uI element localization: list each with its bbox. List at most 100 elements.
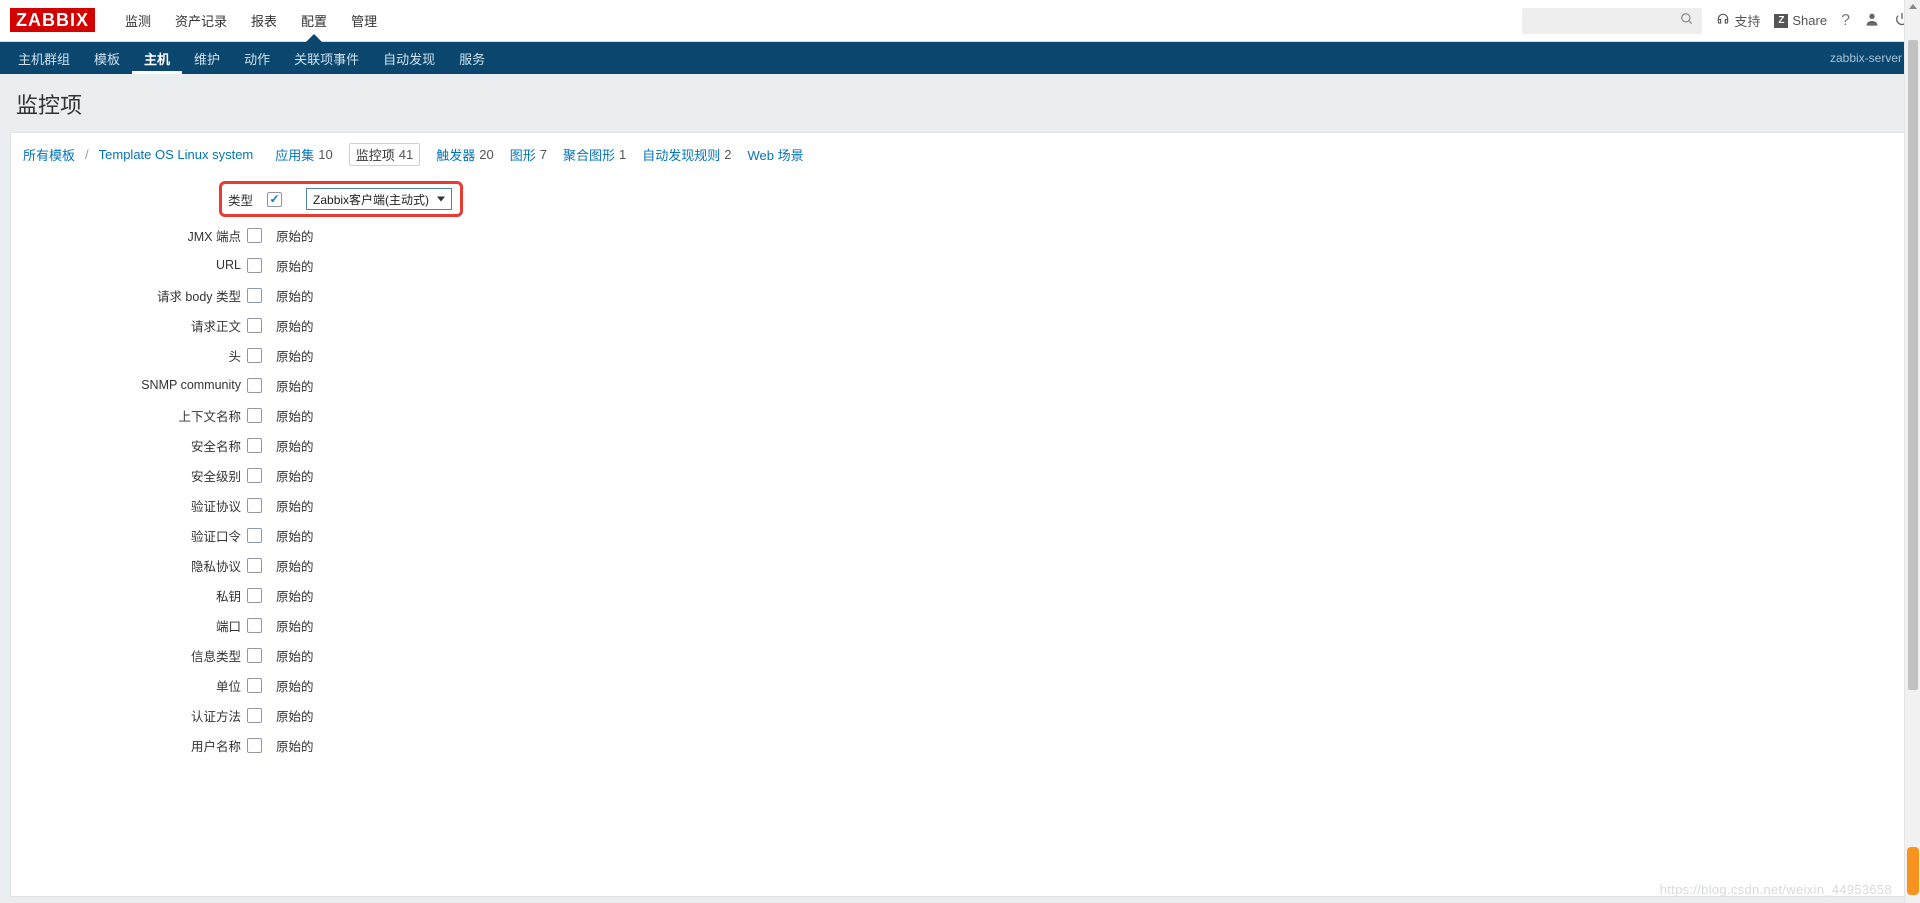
form-label: 认证方法	[47, 706, 247, 725]
tab-count: 7	[540, 147, 547, 162]
topnav-item-3[interactable]: 配置	[289, 0, 339, 41]
tab-label: 监控项	[356, 145, 395, 164]
logo[interactable]: ZABBIX	[10, 8, 95, 32]
subnav-item-5[interactable]: 关联项事件	[282, 42, 371, 74]
help-icon: ?	[1841, 12, 1850, 30]
tab-3[interactable]: 图形 7	[510, 143, 547, 166]
form-original-label: 原始的	[276, 436, 314, 455]
scroll-up-icon[interactable]	[1908, 2, 1918, 12]
form-checkbox[interactable]	[247, 738, 262, 753]
form-original-label: 原始的	[276, 736, 314, 755]
form-row: 单位原始的	[47, 670, 1897, 700]
form-checkbox[interactable]	[247, 288, 262, 303]
form-row: 隐私协议原始的	[47, 550, 1897, 580]
support-link[interactable]: 支持	[1716, 11, 1760, 30]
type-checkbox[interactable]	[267, 192, 282, 207]
topnav-item-4[interactable]: 管理	[339, 0, 389, 41]
form-label: JMX 端点	[47, 226, 247, 245]
form-row: 用户名称原始的	[47, 730, 1897, 760]
headset-icon	[1716, 12, 1730, 29]
type-label: 类型	[228, 190, 257, 209]
form-area: 类型 Zabbix客户端(主动式) JMX 端点原始的URL原始的请求 body…	[23, 180, 1897, 760]
share-label: Share	[1792, 13, 1827, 28]
form-original-label: 原始的	[276, 226, 314, 245]
user-icon	[1864, 11, 1880, 30]
tab-label: 应用集	[275, 145, 314, 164]
form-checkbox[interactable]	[247, 588, 262, 603]
search-icon	[1680, 12, 1694, 29]
top-nav: 监测资产记录报表配置管理	[113, 0, 389, 41]
form-original-label: 原始的	[276, 466, 314, 485]
form-checkbox[interactable]	[247, 498, 262, 513]
form-checkbox[interactable]	[247, 228, 262, 243]
subnav-item-4[interactable]: 动作	[232, 42, 282, 74]
tab-count: 1	[619, 147, 626, 162]
page-title: 监控项	[16, 88, 1908, 120]
form-checkbox[interactable]	[247, 318, 262, 333]
form-original-label: 原始的	[276, 556, 314, 575]
form-checkbox[interactable]	[247, 678, 262, 693]
top-right: 支持 Z Share ?	[1522, 0, 1910, 41]
subnav-item-2[interactable]: 主机	[132, 42, 182, 74]
breadcrumb-all-templates[interactable]: 所有模板	[23, 145, 75, 164]
user-button[interactable]	[1864, 11, 1880, 30]
subnav-item-7[interactable]: 服务	[447, 42, 497, 74]
tab-2[interactable]: 触发器 20	[436, 143, 493, 166]
form-row: URL原始的	[47, 250, 1897, 280]
form-checkbox[interactable]	[247, 468, 262, 483]
form-label: 请求 body 类型	[47, 286, 247, 305]
form-checkbox[interactable]	[247, 258, 262, 273]
search-input[interactable]	[1522, 8, 1702, 34]
topnav-item-2[interactable]: 报表	[239, 0, 289, 41]
form-label: 验证口令	[47, 526, 247, 545]
form-original-label: 原始的	[276, 316, 314, 335]
form-label: SNMP community	[47, 378, 247, 392]
scrollbar[interactable]	[1904, 0, 1920, 903]
form-checkbox[interactable]	[247, 348, 262, 363]
tab-5[interactable]: 自动发现规则 2	[642, 143, 731, 166]
form-row: 头原始的	[47, 340, 1897, 370]
form-checkbox[interactable]	[247, 648, 262, 663]
form-label: 信息类型	[47, 646, 247, 665]
tab-0[interactable]: 应用集 10	[275, 143, 332, 166]
topnav-item-1[interactable]: 资产记录	[163, 0, 239, 41]
form-row: 私钥原始的	[47, 580, 1897, 610]
share-link[interactable]: Z Share	[1774, 13, 1827, 28]
form-row-type: 类型 Zabbix客户端(主动式)	[47, 184, 1897, 214]
form-label: 上下文名称	[47, 406, 247, 425]
subnav-item-6[interactable]: 自动发现	[371, 42, 447, 74]
tab-label: 聚合图形	[563, 145, 615, 164]
form-original-label: 原始的	[276, 286, 314, 305]
subnav-item-0[interactable]: 主机群组	[6, 42, 82, 74]
topnav-item-0[interactable]: 监测	[113, 0, 163, 41]
tab-6[interactable]: Web 场景	[747, 143, 803, 166]
form-label: URL	[47, 258, 247, 272]
form-checkbox[interactable]	[247, 618, 262, 633]
breadcrumb-template[interactable]: Template OS Linux system	[99, 147, 254, 162]
form-row: JMX 端点 原始的	[47, 220, 1897, 250]
topbar: ZABBIX 监测资产记录报表配置管理 支持 Z Share ?	[0, 0, 1920, 42]
tab-1[interactable]: 监控项 41	[349, 143, 420, 166]
type-select-value: Zabbix客户端(主动式)	[313, 191, 429, 208]
form-checkbox[interactable]	[247, 528, 262, 543]
form-label: 安全名称	[47, 436, 247, 455]
form-original-label: 原始的	[276, 526, 314, 545]
subnav-item-1[interactable]: 模板	[82, 42, 132, 74]
form-checkbox[interactable]	[247, 438, 262, 453]
type-select[interactable]: Zabbix客户端(主动式)	[306, 188, 452, 210]
tab-4[interactable]: 聚合图形 1	[563, 143, 626, 166]
subnav-item-3[interactable]: 维护	[182, 42, 232, 74]
form-checkbox[interactable]	[247, 558, 262, 573]
form-checkbox[interactable]	[247, 708, 262, 723]
breadcrumb-separator: /	[85, 147, 89, 162]
form-checkbox[interactable]	[247, 378, 262, 393]
form-label: 私钥	[47, 586, 247, 605]
form-checkbox[interactable]	[247, 408, 262, 423]
scroll-thumb[interactable]	[1908, 40, 1918, 690]
form-row: 安全名称 原始的	[47, 430, 1897, 460]
help-button[interactable]: ?	[1841, 12, 1850, 30]
form-label: 请求正文	[47, 316, 247, 335]
content-card: 所有模板 / Template OS Linux system 应用集 10 监控…	[10, 132, 1910, 897]
sub-nav: 主机群组模板主机维护动作关联项事件自动发现服务 zabbix-server	[0, 42, 1920, 74]
tab-count: 41	[399, 147, 413, 162]
